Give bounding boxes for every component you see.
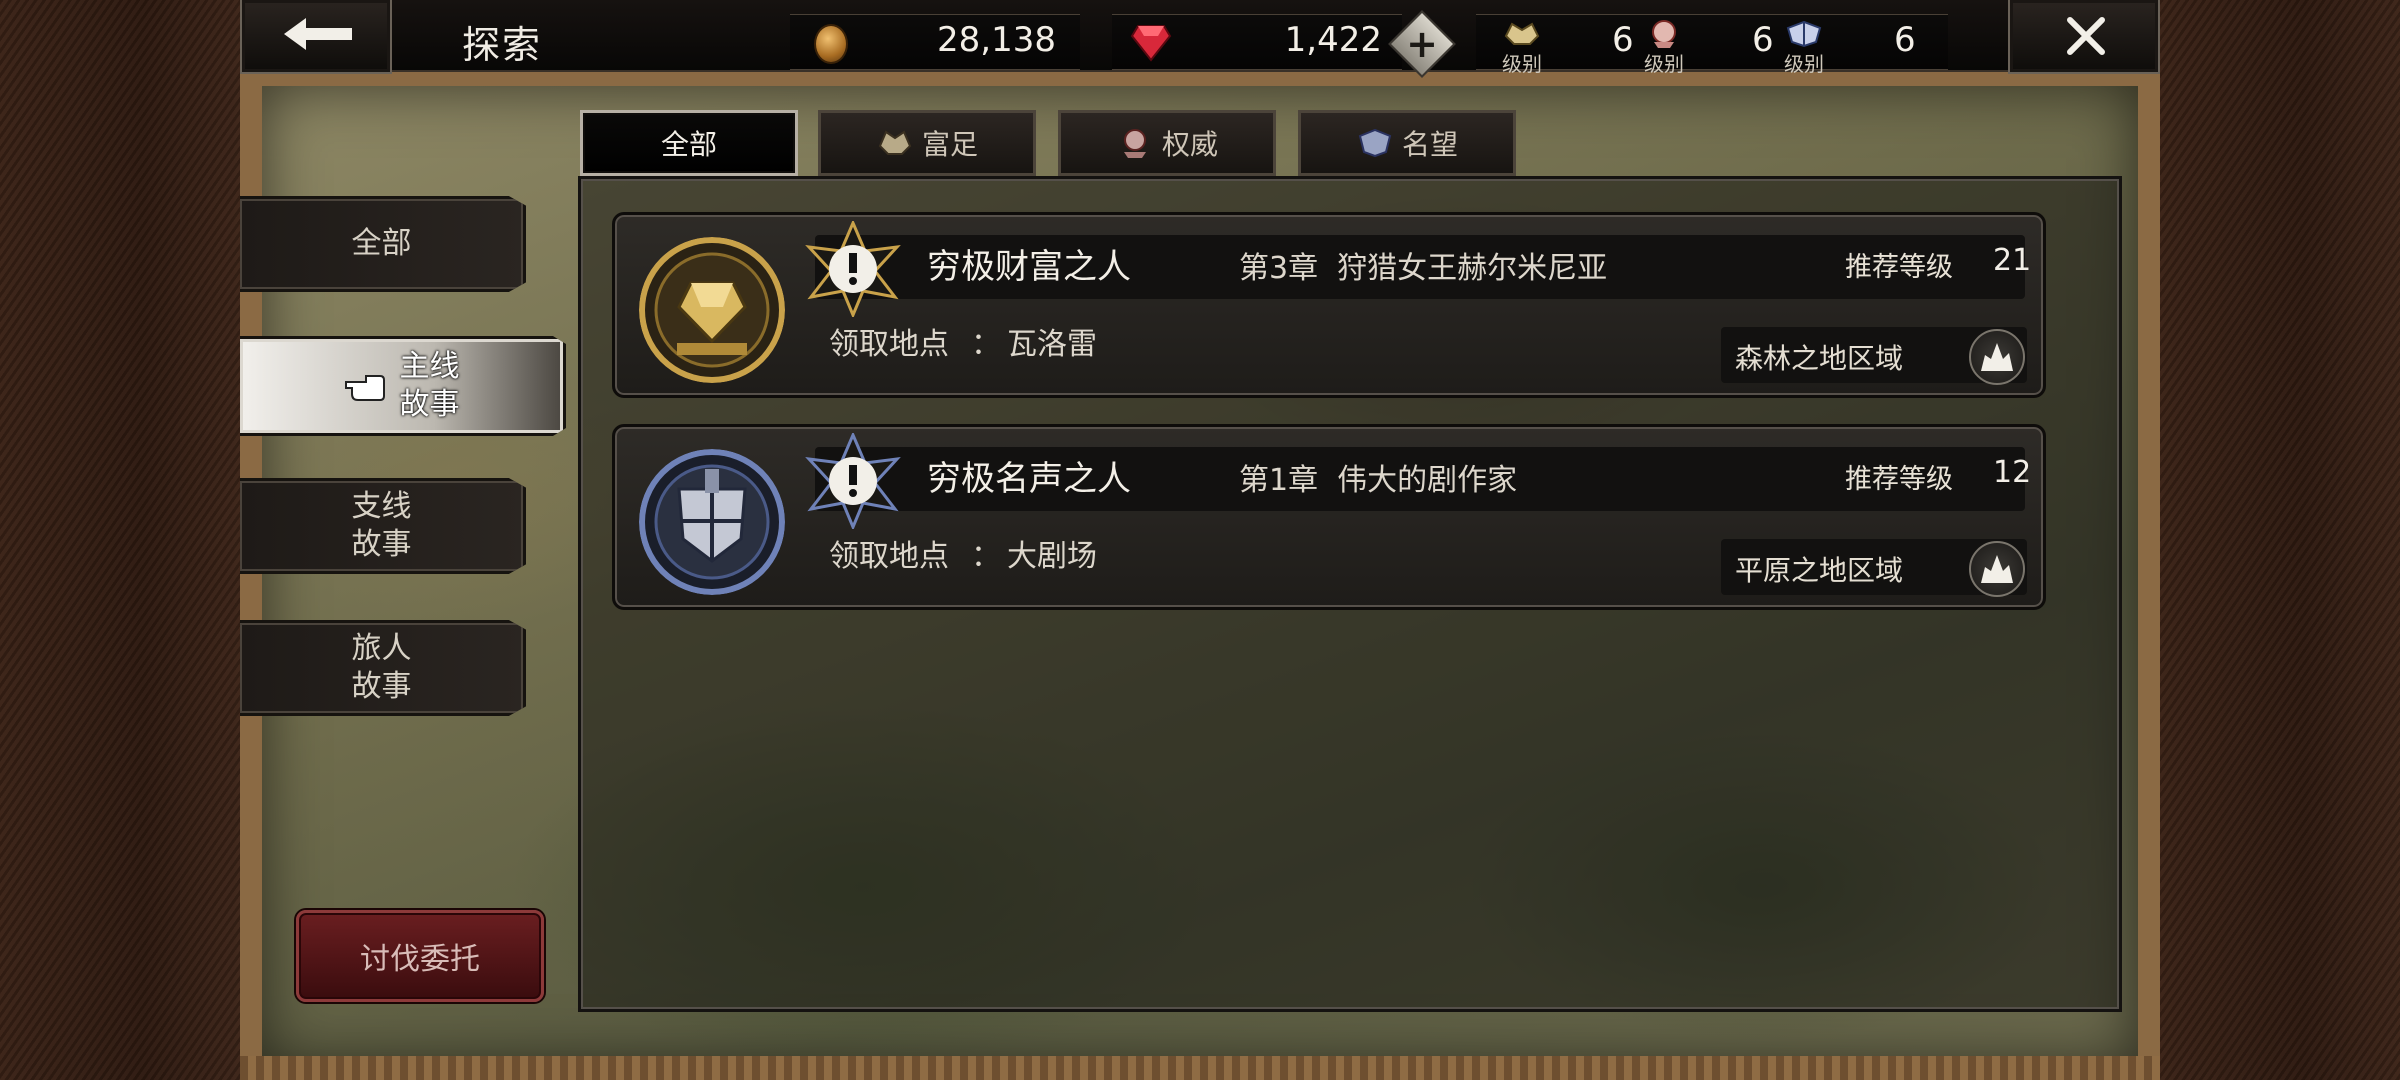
page-title: 探索: [462, 23, 543, 67]
fame-level-label: 级别: [1784, 52, 1824, 76]
region-tag[interactable]: 森林之地区域: [1721, 327, 2027, 385]
power-crest-icon: [1652, 20, 1676, 48]
close-icon: [2067, 17, 2105, 55]
back-arrow-icon: [284, 18, 352, 50]
fame-level-value: 6: [1894, 20, 1916, 60]
tab-label: 权威: [1161, 128, 1218, 161]
region-tag[interactable]: 平原之地区域: [1721, 539, 2027, 597]
gold-amount: 28,138: [937, 20, 1056, 60]
map-border: [240, 1056, 2160, 1080]
power-icon: [1123, 129, 1146, 158]
region-name: 森林之地区域: [1735, 342, 1904, 375]
quest-card[interactable]: 穷极名声之人 第1章 伟大的剧作家 推荐等级 12 领取地点 ： 大剧场 平原之…: [612, 424, 2046, 610]
subjugation-commission-button[interactable]: 讨伐委托: [296, 910, 544, 1002]
left-frame: [0, 0, 240, 1080]
quest-card[interactable]: 穷极财富之人 第3章 狩猎女王赫尔米尼亚 推荐等级 21 领取地点 ： 瓦洛雷 …: [612, 212, 2046, 398]
recommended-level-label: 推荐等级: [1845, 252, 1953, 283]
tab-label: 全部: [660, 128, 717, 161]
quest-alert-icon: [805, 221, 901, 317]
power-level-value: 6: [1752, 20, 1774, 60]
category-label: 全部: [351, 226, 412, 261]
fame-crest-icon: [1786, 20, 1822, 48]
quest-chapter: 第3章 狩猎女王赫尔米尼亚: [1239, 251, 1608, 286]
location-name: 大剧场: [1007, 539, 1097, 574]
category-side-story[interactable]: 支线 故事: [240, 478, 526, 574]
category-all[interactable]: 全部: [240, 196, 526, 292]
location-label: 领取地点: [829, 327, 949, 362]
quest-name: 穷极名声之人: [927, 459, 1131, 499]
pointing-hand-icon: [344, 375, 385, 401]
reputation-levels: [1476, 14, 1948, 70]
gem-amount: 1,422: [1284, 20, 1382, 60]
location-colon: ：: [971, 539, 1001, 574]
castle-map-icon: [1969, 329, 2025, 385]
recommended-level-value: 21: [1993, 243, 2032, 278]
tab-power[interactable]: 权威: [1058, 110, 1276, 176]
castle-map-icon: [1969, 541, 2025, 597]
category-traveler-story[interactable]: 旅人 故事: [240, 620, 526, 716]
tab-all[interactable]: 全部: [580, 110, 798, 176]
tab-fame[interactable]: 名望: [1298, 110, 1516, 176]
wealth-level-label: 级别: [1502, 52, 1542, 76]
back-button[interactable]: [240, 0, 392, 74]
location-label: 领取地点: [829, 539, 949, 574]
location-name: 瓦洛雷: [1007, 327, 1097, 362]
fame-emblem-icon: [639, 449, 785, 595]
plus-icon: +: [1406, 22, 1438, 66]
power-level-label: 级别: [1644, 52, 1684, 76]
category-label: 主线 故事: [399, 349, 460, 422]
wealth-crest-icon: [1504, 22, 1540, 45]
quest-alert-icon: [805, 433, 901, 529]
category-label: 支线 故事: [351, 489, 412, 562]
ruby-gem-icon: [1130, 25, 1172, 62]
recommended-level-value: 12: [1993, 455, 2032, 490]
recommended-level-label: 推荐等级: [1845, 464, 1953, 495]
gold-coin-icon: [814, 24, 848, 64]
category-label: 旅人 故事: [351, 631, 412, 704]
wealth-level-value: 6: [1612, 20, 1634, 60]
tab-wealth[interactable]: 富足: [818, 110, 1036, 176]
quest-chapter: 第1章 伟大的剧作家: [1239, 463, 1518, 498]
location-colon: ：: [971, 327, 1001, 362]
tab-label: 富足: [921, 128, 978, 161]
commission-label: 讨伐委托: [360, 942, 480, 977]
wealth-emblem-icon: [639, 237, 785, 383]
quest-name: 穷极财富之人: [927, 247, 1131, 287]
wealth-icon: [878, 130, 912, 155]
region-name: 平原之地区域: [1735, 554, 1904, 587]
category-main-story[interactable]: 主线 故事: [240, 336, 566, 436]
tab-label: 名望: [1401, 128, 1458, 161]
right-frame: [2160, 0, 2400, 1080]
fame-icon: [1358, 128, 1392, 158]
close-button[interactable]: [2008, 0, 2160, 74]
